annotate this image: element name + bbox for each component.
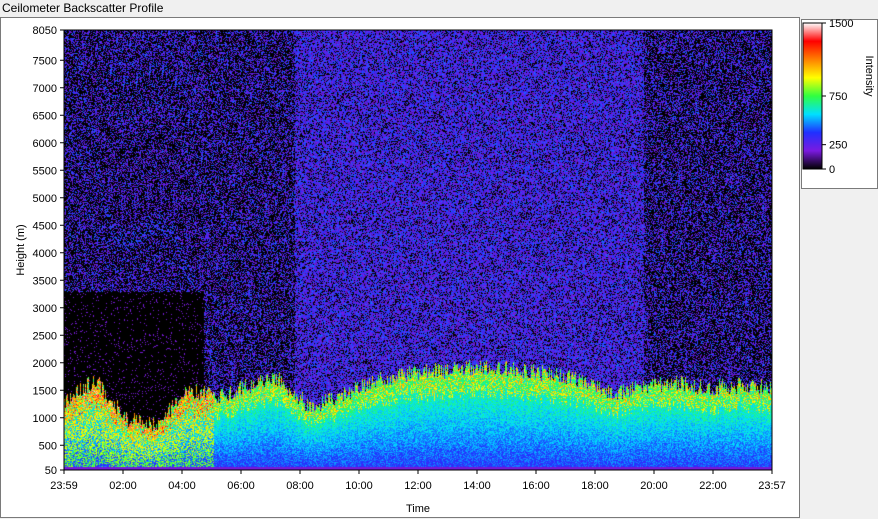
colorbar-tick-label: 1500 (829, 18, 853, 30)
x-tick-label: 22:00 (699, 480, 727, 492)
y-axis-label: Height (m) (15, 224, 27, 275)
y-tick-label: 4000 (33, 248, 57, 260)
y-tick-label: 4500 (33, 220, 57, 232)
y-tick-label: 3500 (33, 275, 57, 287)
chart-axes: 5050010001500200025003000350040004500500… (15, 18, 875, 515)
x-tick-label: 20:00 (640, 480, 668, 492)
y-tick-label: 2000 (33, 358, 57, 370)
y-tick-label: 5500 (33, 165, 57, 177)
x-tick-label: 23:59 (50, 480, 78, 492)
y-tick-label: 6000 (33, 138, 57, 150)
colorbar-gradient (802, 22, 823, 170)
y-tick-label: 6500 (33, 110, 57, 122)
y-tick-label: 2500 (33, 330, 57, 342)
y-tick-label: 7000 (33, 83, 57, 95)
colorbar-tick-label: 250 (829, 140, 847, 152)
y-tick-label: 1000 (33, 413, 57, 425)
x-tick-label: 08:00 (286, 480, 314, 492)
x-tick-label: 02:00 (109, 480, 137, 492)
x-tick-label: 23:57 (758, 480, 786, 492)
colorbar-tick-label: 750 (829, 91, 847, 103)
x-tick-label: 06:00 (227, 480, 255, 492)
y-tick-label: 50 (45, 465, 57, 477)
colorbar-label: Intensity (863, 56, 875, 97)
y-tick-label: 1500 (33, 385, 57, 397)
y-tick-label: 8050 (33, 25, 57, 37)
plot-border (63, 29, 773, 471)
x-tick-label: 12:00 (404, 480, 432, 492)
x-tick-label: 18:00 (581, 480, 609, 492)
y-tick-label: 5000 (33, 193, 57, 205)
y-tick-label: 7500 (33, 55, 57, 67)
x-tick-label: 14:00 (463, 480, 491, 492)
x-tick-label: 04:00 (168, 480, 196, 492)
x-tick-label: 16:00 (522, 480, 550, 492)
y-tick-label: 500 (39, 440, 57, 452)
x-axis-label: Time (406, 503, 430, 515)
x-tick-label: 10:00 (345, 480, 373, 492)
colorbar-tick-label: 0 (829, 164, 835, 176)
y-tick-label: 3000 (33, 303, 57, 315)
